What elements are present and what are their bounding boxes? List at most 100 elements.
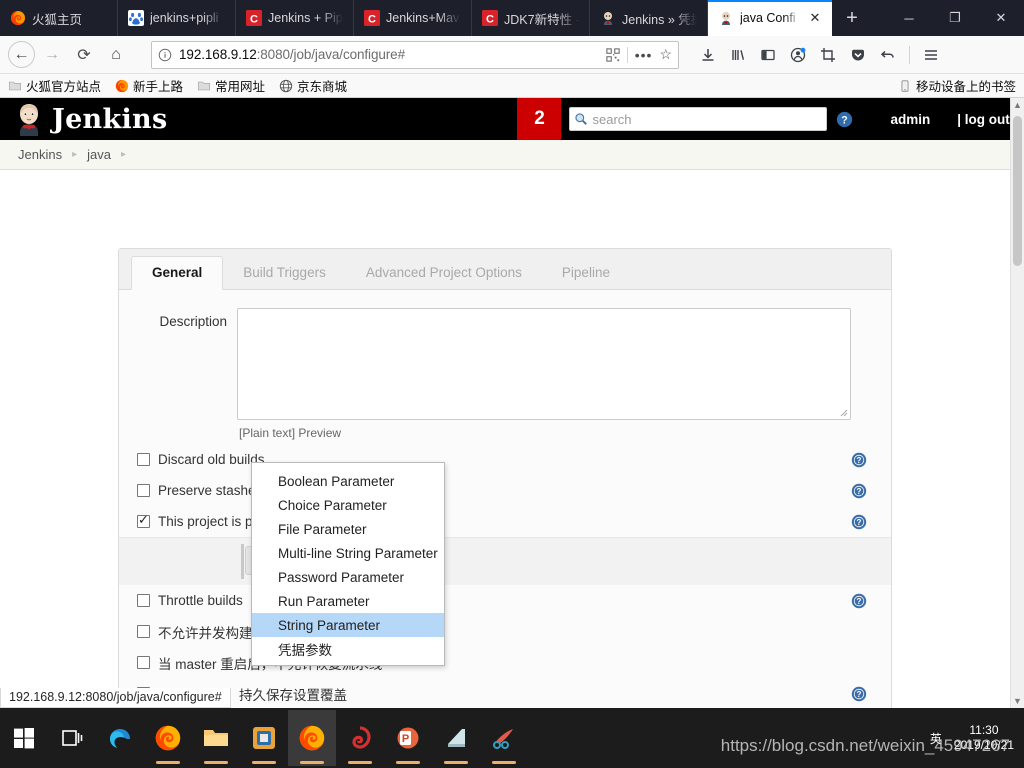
browser-tab-5[interactable]: Jenkins » 凭据 (590, 0, 708, 36)
maximize-button[interactable]: ❐ (932, 0, 978, 36)
tab-general[interactable]: General (131, 256, 224, 290)
no-resume-after-restart-checkbox[interactable] (137, 656, 150, 669)
help-icon[interactable]: ? (851, 686, 867, 702)
help-icon[interactable]: ? (851, 593, 867, 609)
logout-link[interactable]: | log out (957, 112, 1010, 127)
tab-advanced-project-options[interactable]: Advanced Project Options (346, 257, 542, 289)
start-icon (14, 728, 34, 749)
throttle-builds-checkbox[interactable] (137, 594, 150, 607)
help-icon[interactable]: ? (836, 111, 853, 128)
close-tab-icon[interactable]: ✕ (808, 10, 822, 26)
screenshot-icon[interactable] (815, 42, 841, 68)
bookmark-item-0[interactable]: 火狐官方站点 (8, 76, 101, 95)
account-icon[interactable] (785, 42, 811, 68)
checkbox-row-throttle-builds[interactable]: Throttle builds ? (119, 585, 891, 616)
help-icon[interactable]: ? (851, 452, 867, 468)
scroll-down-arrow-icon[interactable]: ▼ (1011, 696, 1024, 706)
dropdown-item-run-parameter[interactable]: Run Parameter (252, 589, 444, 613)
sidebar-icon[interactable] (755, 42, 781, 68)
url-path: :8080/job/java/configure# (256, 47, 405, 62)
forward-button[interactable]: → (37, 40, 67, 70)
browser-tab-label: jenkins+pipli (150, 11, 219, 25)
checkbox-row-no-resume-after-restart[interactable]: 当 master 重启后，不允许恢复流水线 (119, 647, 891, 678)
browser-tab-6-active[interactable]: java Confi ✕ (708, 0, 832, 36)
dropdown-item-multi-line-string-parameter[interactable]: Multi-line String Parameter (252, 541, 444, 565)
checkbox-row-project-is-parameterized[interactable]: This project is parameterized ? (119, 506, 891, 537)
back-button[interactable]: ← (8, 41, 35, 68)
minimize-button[interactable]: ─ (886, 0, 932, 36)
browser-tab-label: Jenkins+Mav (386, 11, 460, 25)
breadcrumb-item-java[interactable]: java (87, 147, 111, 162)
browser-tab-3[interactable]: C Jenkins+Mav (354, 0, 472, 36)
checkbox-row-no-concurrent-builds[interactable]: 不允许并发构建 (119, 616, 891, 647)
project-is-parameterized-checkbox[interactable] (137, 512, 150, 528)
help-icon[interactable]: ? (851, 514, 867, 530)
dropdown-item-string-parameter[interactable]: String Parameter (252, 613, 444, 637)
browser-tab-4[interactable]: C JDK7新特性 - (472, 0, 590, 36)
preserve-stashes-checkbox[interactable] (137, 484, 150, 497)
taskbar-edge[interactable] (96, 710, 144, 766)
scroll-up-arrow-icon[interactable]: ▲ (1011, 100, 1024, 110)
discard-old-builds-checkbox[interactable] (137, 453, 150, 466)
new-tab-button[interactable]: + (832, 0, 872, 36)
resize-grip-icon[interactable] (838, 407, 848, 417)
checkbox-row-preserve-stashes[interactable]: Preserve stashes from completed builds ? (119, 475, 891, 506)
menu-icon[interactable] (918, 42, 944, 68)
bookmark-mobile-folder[interactable]: 移动设备上的书签 (898, 76, 1016, 95)
pocket-icon[interactable] (845, 42, 871, 68)
close-window-button[interactable]: ✕ (978, 0, 1024, 36)
csdn-icon: C (364, 10, 380, 26)
ellipsis-icon[interactable]: ••• (635, 47, 653, 63)
scrollbar-thumb[interactable] (1013, 116, 1022, 266)
bookmark-item-1[interactable]: 新手上路 (115, 76, 183, 95)
no-concurrent-builds-checkbox[interactable] (137, 625, 150, 638)
checkbox-label: Discard old builds (158, 452, 265, 467)
dropdown-item-boolean-parameter[interactable]: Boolean Parameter (252, 469, 444, 493)
taskbar-snipping-tool[interactable] (480, 710, 528, 766)
taskbar-vmware[interactable] (240, 710, 288, 766)
checkbox-row-discard-old-builds[interactable]: Discard old builds ? (119, 444, 891, 475)
taskbar-xmind[interactable] (336, 710, 384, 766)
taskbar-firefox-2-active[interactable] (288, 710, 336, 766)
star-icon[interactable]: ☆ (659, 46, 672, 63)
bookmark-item-3[interactable]: 京东商城 (279, 76, 347, 95)
taskbar-powerpoint[interactable]: P (384, 710, 432, 766)
page-scrollbar[interactable]: ▲ ▼ (1010, 98, 1024, 708)
help-icon[interactable]: ? (851, 483, 867, 499)
dropdown-item-file-parameter[interactable]: File Parameter (252, 517, 444, 541)
search-input[interactable]: search (569, 107, 828, 131)
tab-build-triggers[interactable]: Build Triggers (223, 257, 346, 289)
dropdown-item-password-parameter[interactable]: Password Parameter (252, 565, 444, 589)
undo-icon[interactable] (875, 42, 901, 68)
address-bar[interactable]: 192.168.9.12:8080/job/java/configure# ••… (151, 40, 679, 69)
parameter-type-dropdown[interactable]: Boolean Parameter Choice Parameter File … (251, 462, 445, 666)
bookmark-item-2[interactable]: 常用网址 (197, 76, 265, 95)
download-icon[interactable] (695, 42, 721, 68)
start-button[interactable] (0, 710, 48, 766)
jenkins-logo-link[interactable]: Jenkins (0, 102, 167, 136)
checkbox-row-durability-override[interactable]: 流水线效率、持久保存设置覆盖 ? (119, 678, 891, 708)
chevron-right-icon: ▸ (120, 149, 126, 160)
taskbar-firefox-1[interactable] (144, 710, 192, 766)
taskbar-file-explorer[interactable] (192, 710, 240, 766)
browser-tab-1[interactable]: jenkins+pipli (118, 0, 236, 36)
dropdown-item-credentials-parameter[interactable]: 凭据参数 (252, 637, 444, 661)
info-icon[interactable] (158, 48, 172, 62)
home-button[interactable]: ⌂ (101, 40, 131, 70)
description-row: Description [Plain text] Preview (119, 290, 891, 440)
dropdown-item-choice-parameter[interactable]: Choice Parameter (252, 493, 444, 517)
browser-tab-label: Jenkins » 凭据 (622, 12, 697, 27)
reload-button[interactable]: ⟳ (69, 40, 99, 70)
qr-code-icon[interactable] (606, 47, 620, 62)
build-queue-count[interactable]: 2 (517, 98, 562, 140)
tab-pipeline[interactable]: Pipeline (542, 257, 630, 289)
browser-tab-2[interactable]: C Jenkins + Pip (236, 0, 354, 36)
description-textarea[interactable] (237, 308, 851, 420)
task-view-button[interactable] (48, 710, 96, 766)
breadcrumb-item-jenkins[interactable]: Jenkins (18, 147, 62, 162)
browser-tab-0[interactable]: 火狐主页 (0, 0, 118, 36)
svg-text:?: ? (857, 597, 862, 606)
taskbar-notepad[interactable] (432, 710, 480, 766)
library-icon[interactable] (725, 42, 751, 68)
user-link[interactable]: admin (890, 112, 930, 127)
